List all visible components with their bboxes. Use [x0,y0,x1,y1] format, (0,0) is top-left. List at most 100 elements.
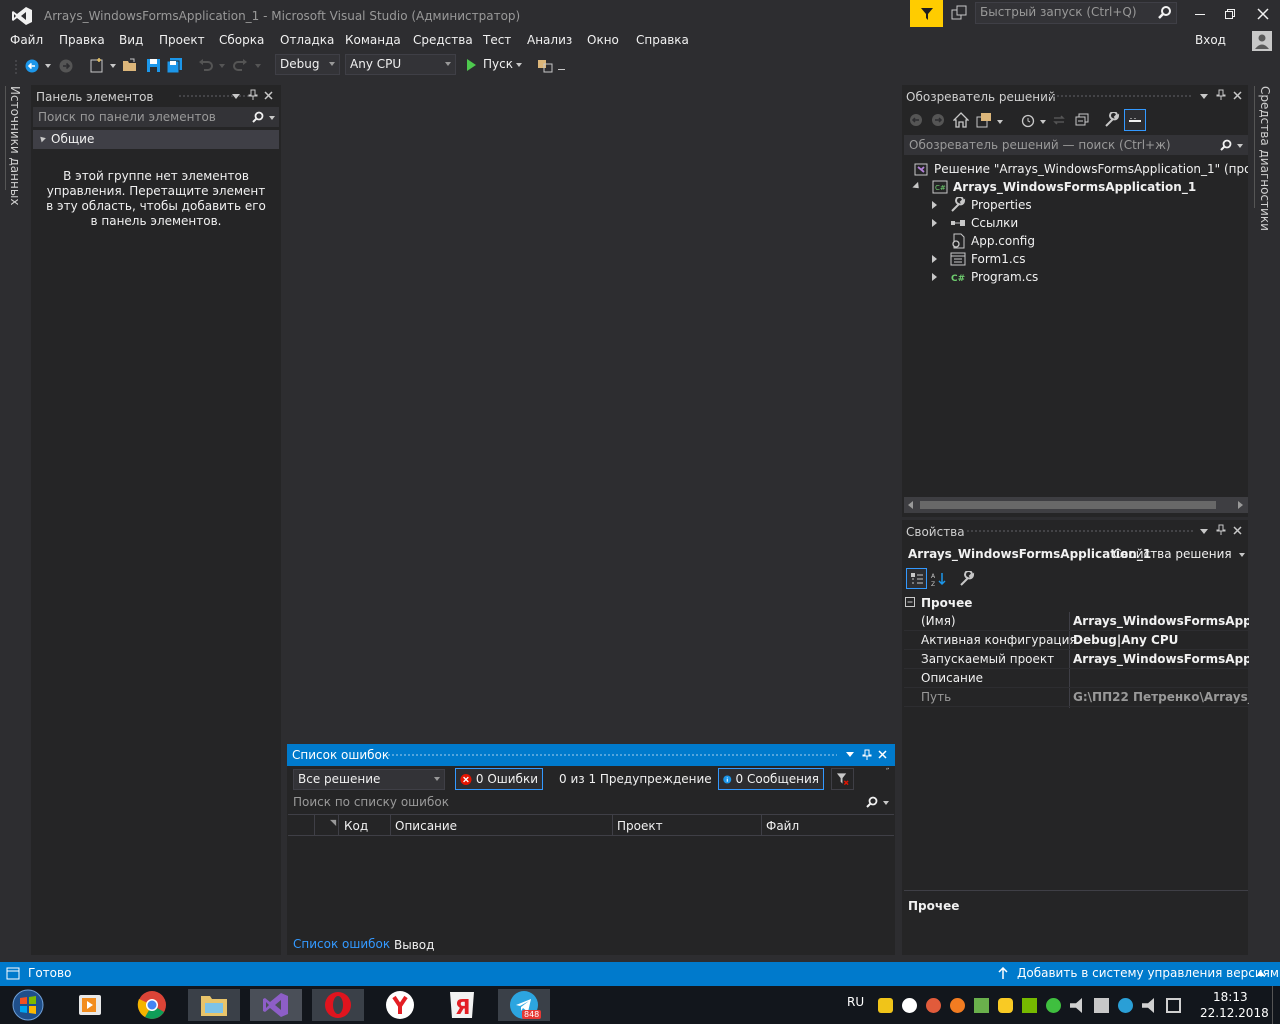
sync-icon[interactable] [1052,113,1066,127]
tray-nvidia-icon[interactable] [1022,998,1037,1013]
property-value[interactable]: Debug|Any CPU [1073,633,1249,647]
column-file[interactable]: Файл [766,819,799,833]
toolbox-options-icon[interactable] [232,94,240,99]
tray-flag-icon[interactable] [974,998,989,1013]
toolbar-overflow-icon[interactable]: ˝ [885,768,890,778]
signin-link[interactable]: Вход [1195,33,1226,47]
show-desktop-button[interactable] [1272,986,1280,1024]
feedback-icon[interactable] [950,5,968,23]
pending-changes-filter-icon[interactable] [1020,112,1036,128]
tree-item-program[interactable]: C# Program.cs [930,268,1248,286]
property-value[interactable]: Arrays_WindowsFormsApplication_1 [1073,652,1249,666]
forward-icon[interactable] [931,113,945,127]
tray-display-icon[interactable] [1166,998,1181,1013]
start-button[interactable] [2,989,54,1021]
visual-studio-logo-icon[interactable] [11,6,33,26]
messages-filter-button[interactable]: 0 Сообщения [718,768,824,790]
tray-update-icon[interactable] [926,998,941,1013]
tree-item-form1[interactable]: Form1.cs [930,250,1248,268]
tab-error-list[interactable]: Список ошибок [293,937,390,951]
property-value[interactable]: Arrays_WindowsFormsApplication_1 [1073,614,1249,628]
start-debugging-button[interactable]: Пуск [462,54,526,75]
taskbar-opera[interactable] [312,989,364,1021]
menu-window[interactable]: Окно [587,33,619,47]
solution-platform-select[interactable]: Any CPU [345,54,456,75]
tree-item-references[interactable]: Ссылки [930,214,1248,232]
expand-triangle-icon[interactable] [932,219,937,227]
tray-power-icon[interactable] [1046,998,1061,1013]
search-icon[interactable] [866,796,878,808]
close-icon[interactable] [1233,526,1242,535]
menu-build[interactable]: Сборка [219,33,264,47]
error-scope-select[interactable]: Все решение [293,769,445,790]
redo-dropdown-icon[interactable] [255,64,261,68]
build-intellisense-filter-button[interactable] [831,768,854,790]
solution-explorer-search-input[interactable]: Обозреватель решений — поиск (Ctrl+ж) [904,135,1248,155]
taskbar-yandex[interactable]: Я [436,989,488,1021]
close-window-button[interactable] [1248,0,1278,28]
close-icon[interactable] [878,750,887,759]
column-code[interactable]: Код [344,819,368,833]
property-row-name[interactable]: (Имя) Arrays_WindowsFormsApplication_1 [904,612,1249,631]
search-icon[interactable] [1158,6,1172,20]
chevron-down-icon[interactable] [1237,144,1243,148]
open-folder-icon[interactable] [122,58,139,73]
toolbox-search-input[interactable]: Поиск по панели элементов [33,107,279,127]
chevron-down-icon[interactable] [883,801,889,805]
pin-icon[interactable] [248,89,258,101]
error-list-search-input[interactable]: Поиск по списку ошибок [288,792,894,812]
close-icon[interactable] [1233,91,1242,100]
menu-file[interactable]: Файл [10,33,43,47]
minimize-button[interactable] [1186,0,1214,28]
properties-wrench-icon[interactable] [1104,112,1120,128]
forward-icon[interactable] [58,58,74,74]
taskbar-yandex-browser[interactable] [374,989,426,1021]
scroll-right-icon[interactable] [1238,501,1243,509]
property-pages-icon[interactable] [959,571,975,587]
tray-avast-icon[interactable] [950,998,965,1013]
diagnostic-tools-tab[interactable]: Средства диагностики [1254,86,1274,231]
back-icon[interactable] [24,58,40,74]
save-all-icon[interactable] [166,57,183,74]
undo-dropdown-icon[interactable] [219,64,225,68]
back-icon[interactable] [909,113,923,127]
pin-icon[interactable] [1216,524,1226,536]
alphabetical-sort-icon[interactable]: AZ [931,571,947,587]
data-sources-tab[interactable]: Источники данных [5,86,25,205]
tray-puzzle-icon[interactable] [998,998,1013,1013]
sort-corner-icon[interactable]: ◥ [330,818,336,827]
menu-team[interactable]: Команда [345,33,401,47]
chevron-down-icon[interactable] [1040,120,1046,124]
tree-item-app-config[interactable]: App.config [930,232,1248,250]
column-project[interactable]: Проект [617,819,663,833]
quick-launch-input[interactable]: Быстрый запуск (Ctrl+Q) [975,2,1177,24]
tray-network-icon[interactable] [1094,998,1109,1013]
toolbar-overflow-icon[interactable] [558,69,565,70]
expand-triangle-icon[interactable] [912,181,922,192]
menu-view[interactable]: Вид [119,33,143,47]
taskbar-chrome[interactable] [126,989,178,1021]
errors-filter-button[interactable]: 0 Ошибки [455,768,543,790]
pin-icon[interactable] [862,749,872,761]
close-icon[interactable] [264,91,273,100]
toolbox-group-general[interactable]: Общие [33,130,279,149]
input-language-indicator[interactable]: RU [847,995,864,1009]
search-icon[interactable] [252,111,264,123]
properties-object-select[interactable]: Arrays_WindowsFormsApplication_1 Свойств… [904,544,1248,564]
chevron-down-icon[interactable] [269,116,275,120]
expand-triangle-icon[interactable] [932,255,937,263]
menu-test[interactable]: Тест [483,33,511,47]
taskbar-explorer[interactable] [188,989,240,1021]
menu-help[interactable]: Справка [636,33,689,47]
taskbar-media-player[interactable] [64,989,116,1021]
redo-icon[interactable] [232,58,248,73]
switch-views-icon[interactable] [976,112,992,128]
clock-date[interactable]: 22.12.2018 [1200,1006,1269,1020]
solution-node[interactable]: Решение "Arrays_WindowsFormsApplication_… [914,160,1248,178]
project-node[interactable]: C# Arrays_WindowsFormsApplication_1 [912,178,1248,196]
taskbar-telegram[interactable]: 848 [498,989,550,1021]
categorized-view-button[interactable] [906,568,927,589]
horizontal-scrollbar[interactable] [904,497,1248,513]
add-to-source-control-button[interactable]: Добавить в систему управления версиями [996,962,1280,986]
menu-edit[interactable]: Правка [59,33,105,47]
